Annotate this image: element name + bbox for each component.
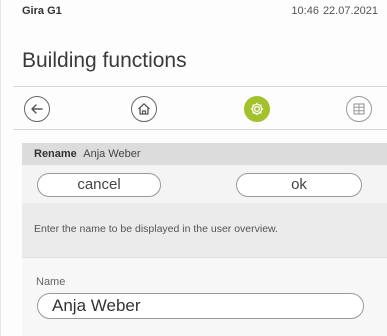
- instruction-text: Enter the name to be displayed in the us…: [22, 203, 387, 257]
- rename-target: Anja Weber: [83, 148, 141, 160]
- rename-label: Rename: [34, 148, 77, 160]
- time-label: 10:46: [291, 5, 319, 17]
- ok-button[interactable]: ok: [236, 173, 362, 197]
- settings-gear-icon: [250, 102, 264, 116]
- name-input[interactable]: [37, 293, 364, 319]
- clock: 10:46 22.07.2021: [291, 5, 378, 17]
- home-button[interactable]: [131, 96, 157, 122]
- grid-button[interactable]: [346, 96, 372, 122]
- back-arrow-icon: [31, 104, 43, 114]
- action-row: cancel ok: [22, 165, 387, 203]
- date-label: 22.07.2021: [322, 5, 378, 17]
- back-button[interactable]: [24, 96, 50, 122]
- grid-icon: [353, 103, 365, 115]
- settings-button[interactable]: [244, 96, 270, 122]
- cancel-button[interactable]: cancel: [37, 173, 161, 197]
- rename-header: Rename Anja Weber: [22, 143, 387, 165]
- status-bar: Gira G1 10:46 22.07.2021: [1, 0, 387, 22]
- name-field-area: Name: [22, 257, 387, 336]
- navigation-bar: [13, 86, 387, 130]
- name-field-label: Name: [36, 276, 66, 288]
- home-icon: [138, 103, 150, 115]
- page-title: Building functions: [22, 49, 187, 72]
- brand-label: Gira G1: [22, 5, 62, 17]
- device-screen: Gira G1 10:46 22.07.2021 Building functio…: [0, 0, 387, 336]
